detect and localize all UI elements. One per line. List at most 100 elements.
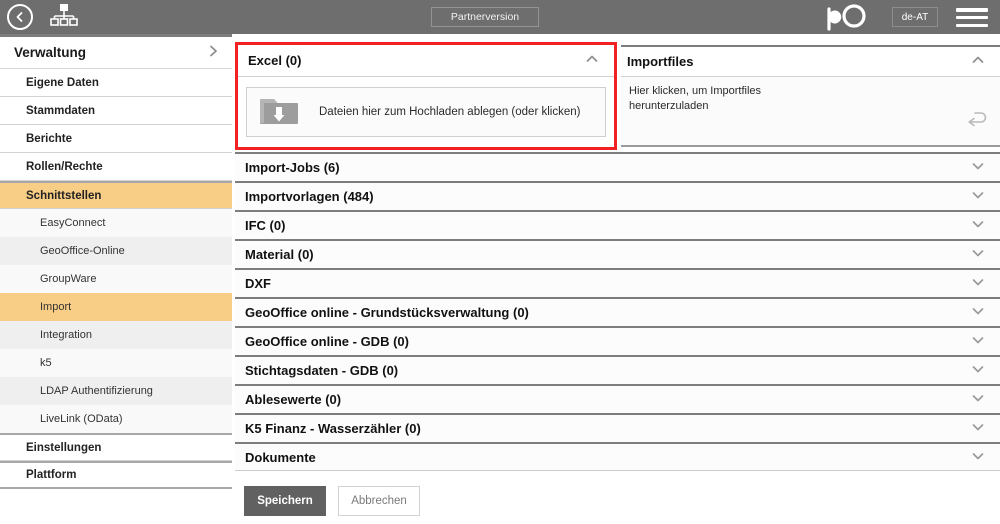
accordion-row-dxf[interactable]: DXF [235, 268, 1000, 297]
main-content: Excel (0) [232, 34, 1000, 524]
sidebar-item-rollen-rechte[interactable]: Rollen/Rechte [0, 153, 232, 181]
chevron-up-icon[interactable] [970, 52, 986, 71]
download-importfiles-link[interactable]: Hier klicken, um Importfiles herunterzul… [629, 84, 839, 114]
upper-panels: Excel (0) [232, 34, 1000, 152]
hamburger-menu-icon[interactable] [956, 8, 988, 27]
sidebar-item-label: Rollen/Rechte [26, 161, 103, 173]
accordion-row-dokumente[interactable]: Dokumente [235, 442, 1000, 471]
accordion-label: Material (0) [245, 247, 970, 262]
file-dropzone[interactable]: Dateien hier zum Hochladen ablegen (oder… [246, 87, 606, 137]
accordion-row-ifc[interactable]: IFC (0) [235, 210, 1000, 239]
footer-actions: Speichern Abbrechen [244, 486, 420, 516]
sidebar-item-groupware[interactable]: GroupWare [0, 265, 232, 293]
chevron-down-icon[interactable] [970, 158, 986, 177]
sidebar-item-label: Import [40, 301, 71, 313]
back-button[interactable] [7, 4, 33, 30]
return-arrow-icon[interactable] [966, 110, 990, 135]
accordion-label: DXF [245, 276, 970, 291]
page-title: Verwaltung [14, 45, 206, 60]
sidebar-item-label: Stammdaten [26, 105, 95, 117]
chevron-down-icon[interactable] [970, 274, 986, 293]
accordion-label: Dokumente [245, 450, 970, 465]
accordion-row-stichtagsdaten-gdb[interactable]: Stichtagsdaten - GDB (0) [235, 355, 1000, 384]
cancel-button-label: Abbrechen [351, 495, 407, 507]
dropzone-container: Dateien hier zum Hochladen ablegen (oder… [238, 77, 614, 145]
chevron-down-icon[interactable] [970, 390, 986, 409]
accordion-row-k5-finanz-wasserzaehler[interactable]: K5 Finanz - Wasserzähler (0) [235, 413, 1000, 442]
sidebar-item-label: Berichte [26, 133, 72, 145]
sitemap-button[interactable] [49, 4, 79, 30]
importfiles-body: Hier klicken, um Importfiles herunterzul… [621, 77, 1000, 147]
cancel-button[interactable]: Abbrechen [338, 486, 420, 516]
chevron-up-icon[interactable] [584, 51, 600, 70]
save-button[interactable]: Speichern [244, 486, 326, 516]
app-logo [824, 2, 876, 32]
sidebar-item-label: GeoOffice-Online [40, 245, 125, 257]
sidebar-item-label: GroupWare [40, 273, 96, 285]
chevron-down-icon[interactable] [970, 448, 986, 467]
sidebar-item-label: Plattform [26, 469, 76, 481]
importfiles-panel-header[interactable]: Importfiles [621, 45, 1000, 77]
sidebar-item-integration[interactable]: Integration [0, 321, 232, 349]
excel-panel-title: Excel (0) [248, 53, 584, 68]
save-button-label: Speichern [257, 495, 313, 507]
sidebar-item-eigene-daten[interactable]: Eigene Daten [0, 69, 232, 97]
sidebar-item-label: Eigene Daten [26, 77, 99, 89]
sidebar-item-berichte[interactable]: Berichte [0, 125, 232, 153]
chevron-down-icon[interactable] [970, 361, 986, 380]
sidebar-item-stammdaten[interactable]: Stammdaten [0, 97, 232, 125]
accordion-row-material[interactable]: Material (0) [235, 239, 1000, 268]
importfiles-panel: Importfiles Hier klicken, um Importfiles… [621, 45, 1000, 150]
excel-panel-header[interactable]: Excel (0) [238, 45, 614, 77]
accordion-list: Import-Jobs (6) Importvorlagen (484) IFC… [235, 152, 1000, 471]
accordion-label: GeoOffice online - Grundstücksverwaltung… [245, 305, 970, 320]
language-label: de-AT [902, 12, 929, 23]
accordion-row-geooffice-grundstuecksverwaltung[interactable]: GeoOffice online - Grundstücksverwaltung… [235, 297, 1000, 326]
sidebar-item-label: Integration [40, 329, 92, 341]
importfiles-panel-title: Importfiles [627, 54, 970, 69]
sidebar-item-ldap-authentifizierung[interactable]: LDAP Authentifizierung [0, 377, 232, 405]
folder-download-icon [259, 93, 299, 132]
accordion-row-import-jobs[interactable]: Import-Jobs (6) [235, 152, 1000, 181]
sidebar-item-einstellungen[interactable]: Einstellungen [0, 433, 232, 461]
chevron-down-icon[interactable] [970, 245, 986, 264]
top-header-bar: Partnerversion de-AT [0, 0, 1000, 34]
chevron-left-circle-icon [14, 11, 26, 23]
accordion-row-ablesewerte[interactable]: Ablesewerte (0) [235, 384, 1000, 413]
dropzone-label: Dateien hier zum Hochladen ablegen (oder… [319, 106, 580, 118]
chevron-down-icon[interactable] [970, 303, 986, 322]
accordion-row-importvorlagen[interactable]: Importvorlagen (484) [235, 181, 1000, 210]
sidebar-item-schnittstellen[interactable]: Schnittstellen [0, 181, 232, 209]
sidebar-item-easyconnect[interactable]: EasyConnect [0, 209, 232, 237]
language-selector[interactable]: de-AT [892, 7, 938, 27]
sidebar-title-row[interactable]: Verwaltung [0, 37, 232, 69]
sidebar-item-plattform[interactable]: Plattform [0, 461, 232, 489]
accordion-label: Importvorlagen (484) [245, 189, 970, 204]
partnerversion-button[interactable]: Partnerversion [431, 7, 539, 27]
sitemap-icon [50, 3, 78, 32]
accordion-label: Ablesewerte (0) [245, 392, 970, 407]
sidebar: Verwaltung Eigene Daten Stammdaten Beric… [0, 34, 232, 524]
accordion-label: IFC (0) [245, 218, 970, 233]
sidebar-item-geooffice-online[interactable]: GeoOffice-Online [0, 237, 232, 265]
excel-upload-panel: Excel (0) [235, 42, 617, 150]
sidebar-item-k5[interactable]: k5 [0, 349, 232, 377]
sidebar-item-label: LDAP Authentifizierung [40, 385, 153, 397]
accordion-label: Stichtagsdaten - GDB (0) [245, 363, 970, 378]
sidebar-item-label: LiveLink (OData) [40, 413, 123, 425]
sidebar-item-label: k5 [40, 357, 52, 369]
chevron-down-icon[interactable] [970, 419, 986, 438]
accordion-label: K5 Finanz - Wasserzähler (0) [245, 421, 970, 436]
sidebar-item-label: Einstellungen [26, 442, 101, 454]
sidebar-item-livelink-odata[interactable]: LiveLink (OData) [0, 405, 232, 433]
accordion-label: Import-Jobs (6) [245, 160, 970, 175]
accordion-label: GeoOffice online - GDB (0) [245, 334, 970, 349]
chevron-down-icon[interactable] [970, 216, 986, 235]
sidebar-item-label: Schnittstellen [26, 190, 101, 202]
sidebar-item-import[interactable]: Import [0, 293, 232, 321]
chevron-down-icon[interactable] [970, 332, 986, 351]
chevron-right-icon[interactable] [206, 44, 220, 61]
accordion-row-geooffice-gdb[interactable]: GeoOffice online - GDB (0) [235, 326, 1000, 355]
chevron-down-icon[interactable] [970, 187, 986, 206]
partnerversion-label: Partnerversion [451, 11, 519, 23]
